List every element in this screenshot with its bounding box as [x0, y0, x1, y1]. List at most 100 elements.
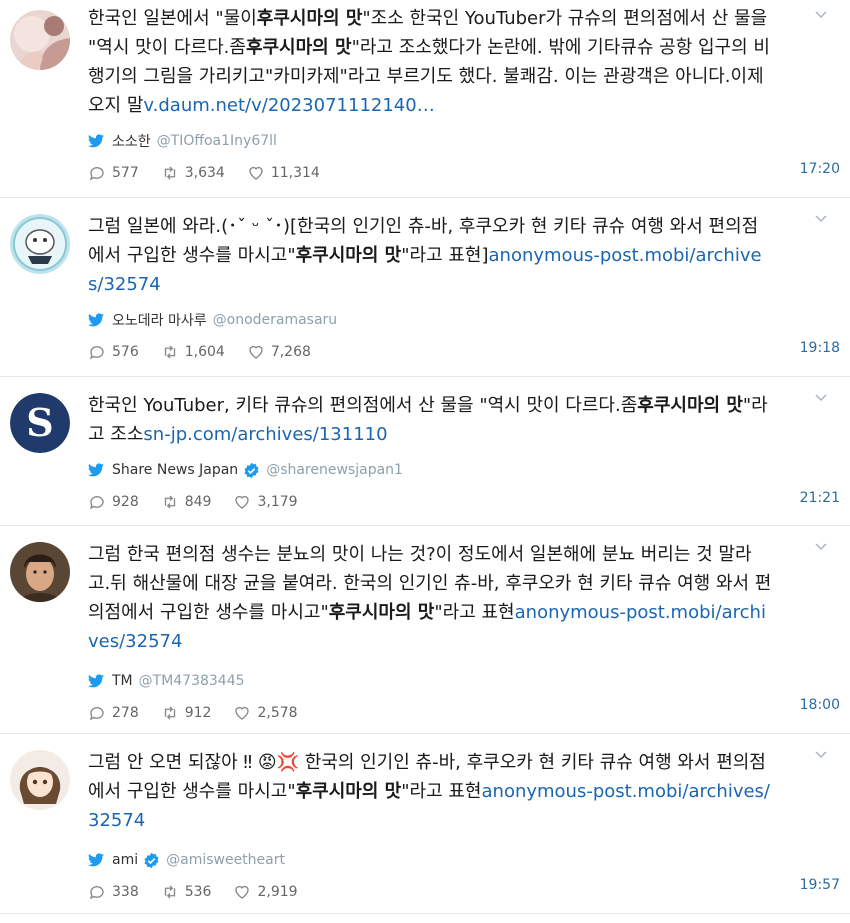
- author-name[interactable]: Share News Japan: [112, 462, 238, 478]
- user-avatar[interactable]: [10, 10, 70, 70]
- like-button[interactable]: 3,179: [233, 493, 298, 511]
- like-count: 2,578: [257, 705, 298, 721]
- like-button[interactable]: 2,578: [233, 704, 298, 722]
- like-count: 11,314: [270, 165, 320, 181]
- verified-badge-icon: [143, 852, 160, 869]
- user-avatar[interactable]: [10, 750, 70, 810]
- tweet-card: S 한국인 YouTuber, 키타 큐슈의 편의점에서 산 물을 "역시 맛이…: [0, 377, 850, 526]
- tweet-author: 소소한 @TIOffoa1Iny67ll: [88, 130, 772, 152]
- tweet-card: 그럼 안 오면 되잖아 ‼ 😡💢 한국의 인기인 츄-바, 후쿠오카 현 키타 …: [0, 734, 850, 914]
- tweet-author: TM @TM47383445: [88, 670, 772, 692]
- tweet-text: 그럼 안 오면 되잖아 ‼ 😡💢 한국의 인기인 츄-바, 후쿠오카 현 키타 …: [88, 748, 772, 835]
- highlight-text: 후쿠시마의 맛: [256, 8, 363, 29]
- retweet-icon: [164, 166, 175, 180]
- author-handle[interactable]: @amisweetheart: [166, 852, 285, 868]
- retweet-count: 536: [184, 884, 212, 900]
- highlight-text: 후쿠시마의 맛: [295, 245, 402, 266]
- chevron-down-icon[interactable]: [814, 212, 828, 226]
- tweet-actions: 338 536 2,919: [88, 881, 772, 903]
- tweet-actions: 928 849 3,179: [88, 491, 772, 513]
- twitter-bird-icon: [88, 674, 104, 688]
- retweet-count: 849: [184, 494, 212, 510]
- verified-badge-icon: [243, 462, 260, 479]
- tweet-author: 오노데라 마사루 @onoderamasaru: [88, 309, 772, 331]
- tweet-card: 한국인 일본에서 "물이후쿠시마의 맛"조소 한국인 YouTuber가 규슈의…: [0, 0, 850, 198]
- tweet-timestamp[interactable]: 21:21: [800, 490, 840, 506]
- user-avatar[interactable]: S: [10, 393, 70, 453]
- tweet-text: 한국인 일본에서 "물이후쿠시마의 맛"조소 한국인 YouTuber가 규슈의…: [88, 4, 772, 120]
- retweet-button[interactable]: 536: [161, 883, 212, 901]
- tweet-text: 그럼 한국 편의점 생수는 분뇨의 맛이 나는 것?이 정도에서 일본해에 분뇨…: [88, 540, 772, 656]
- reply-icon: [89, 707, 104, 721]
- author-name[interactable]: 오노데라 마사루: [112, 310, 207, 330]
- reply-icon: [89, 886, 104, 900]
- like-button[interactable]: 2,919: [233, 883, 298, 901]
- retweet-button[interactable]: 1,604: [161, 343, 225, 361]
- tweet-actions: 577 3,634 11,314: [88, 162, 772, 184]
- tweet-timestamp[interactable]: 17:20: [800, 161, 840, 177]
- tweet-card: 그럼 일본에 와라.(･ˇ ᵕ ˇ･)[한국의 인기인 츄-바, 후쿠오카 현 …: [0, 198, 850, 377]
- user-avatar[interactable]: [10, 214, 70, 274]
- retweet-button[interactable]: 849: [161, 493, 212, 511]
- tweet-link[interactable]: v.daum.net/v/2023071112140…: [143, 95, 434, 116]
- like-count: 3,179: [257, 494, 298, 510]
- twitter-bird-icon: [88, 853, 104, 867]
- reply-count: 278: [112, 705, 139, 721]
- tweet-author: ami @amisweetheart: [88, 849, 772, 871]
- retweet-icon: [164, 885, 175, 899]
- tweet-author: Share News Japan @sharenewsjapan1: [88, 459, 772, 481]
- reply-button[interactable]: 928: [88, 493, 139, 511]
- reply-icon: [89, 346, 104, 360]
- heart-icon: [249, 345, 263, 359]
- reply-icon: [89, 167, 104, 181]
- tweet-timestamp[interactable]: 19:57: [800, 877, 840, 893]
- reply-icon: [89, 496, 104, 510]
- chevron-down-icon[interactable]: [814, 540, 828, 554]
- reply-button[interactable]: 278: [88, 704, 139, 722]
- twitter-bird-icon: [88, 313, 104, 327]
- tweet-text: 그럼 일본에 와라.(･ˇ ᵕ ˇ･)[한국의 인기인 츄-바, 후쿠오카 현 …: [88, 212, 772, 299]
- heart-icon: [249, 166, 263, 180]
- tweet-text: 한국인 YouTuber, 키타 큐슈의 편의점에서 산 물을 "역시 맛이 다…: [88, 391, 772, 449]
- author-name[interactable]: 소소한: [112, 131, 151, 151]
- author-handle[interactable]: @TM47383445: [139, 673, 245, 689]
- text-segment: "라고 표현: [434, 602, 515, 623]
- like-button[interactable]: 7,268: [247, 343, 311, 361]
- author-handle[interactable]: @TIOffoa1Iny67ll: [157, 133, 277, 149]
- tweet-link[interactable]: sn-jp.com/archives/131110: [143, 424, 387, 445]
- reply-button[interactable]: 576: [88, 343, 139, 361]
- author-name[interactable]: TM: [112, 673, 133, 689]
- chevron-down-icon[interactable]: [814, 748, 828, 762]
- author-name[interactable]: ami: [112, 852, 138, 868]
- chevron-down-icon[interactable]: [814, 8, 828, 22]
- tweet-card: 그럼 한국 편의점 생수는 분뇨의 맛이 나는 것?이 정도에서 일본해에 분뇨…: [0, 526, 850, 734]
- tweet-actions: 278 912 2,578: [88, 702, 772, 724]
- author-handle[interactable]: @onoderamasaru: [213, 312, 338, 328]
- highlight-text: 후쿠시마의 맛: [637, 395, 743, 416]
- chevron-down-icon[interactable]: [814, 391, 828, 405]
- like-count: 2,919: [257, 884, 298, 900]
- text-segment: 한국인 YouTuber, 키타 큐슈의 편의점에서 산 물을 "역시 맛이 다…: [88, 395, 638, 416]
- text-segment: "라고 표현]: [401, 245, 489, 266]
- highlight-text: 후쿠시마의 맛: [328, 602, 435, 623]
- author-handle[interactable]: @sharenewsjapan1: [266, 462, 403, 478]
- retweet-button[interactable]: 3,634: [161, 164, 225, 182]
- retweet-count: 1,604: [184, 344, 225, 360]
- reply-button[interactable]: 577: [88, 164, 139, 182]
- tweet-timestamp[interactable]: 18:00: [800, 697, 840, 713]
- reply-count: 576: [112, 344, 139, 360]
- retweet-button[interactable]: 912: [161, 704, 211, 722]
- heart-icon: [235, 495, 250, 509]
- reply-count: 577: [112, 165, 139, 181]
- highlight-text: 후쿠시마의 맛: [245, 37, 352, 58]
- retweet-icon: [164, 495, 175, 509]
- highlight-text: 후쿠시마의 맛: [295, 781, 402, 802]
- reply-button[interactable]: 338: [88, 883, 139, 901]
- retweet-icon: [164, 345, 175, 359]
- twitter-bird-icon: [88, 134, 104, 148]
- like-button[interactable]: 11,314: [247, 164, 320, 182]
- tweet-feed: 한국인 일본에서 "물이후쿠시마의 맛"조소 한국인 YouTuber가 규슈의…: [0, 0, 850, 914]
- user-avatar[interactable]: [10, 542, 70, 602]
- tweet-timestamp[interactable]: 19:18: [800, 340, 840, 356]
- retweet-icon: [164, 706, 175, 720]
